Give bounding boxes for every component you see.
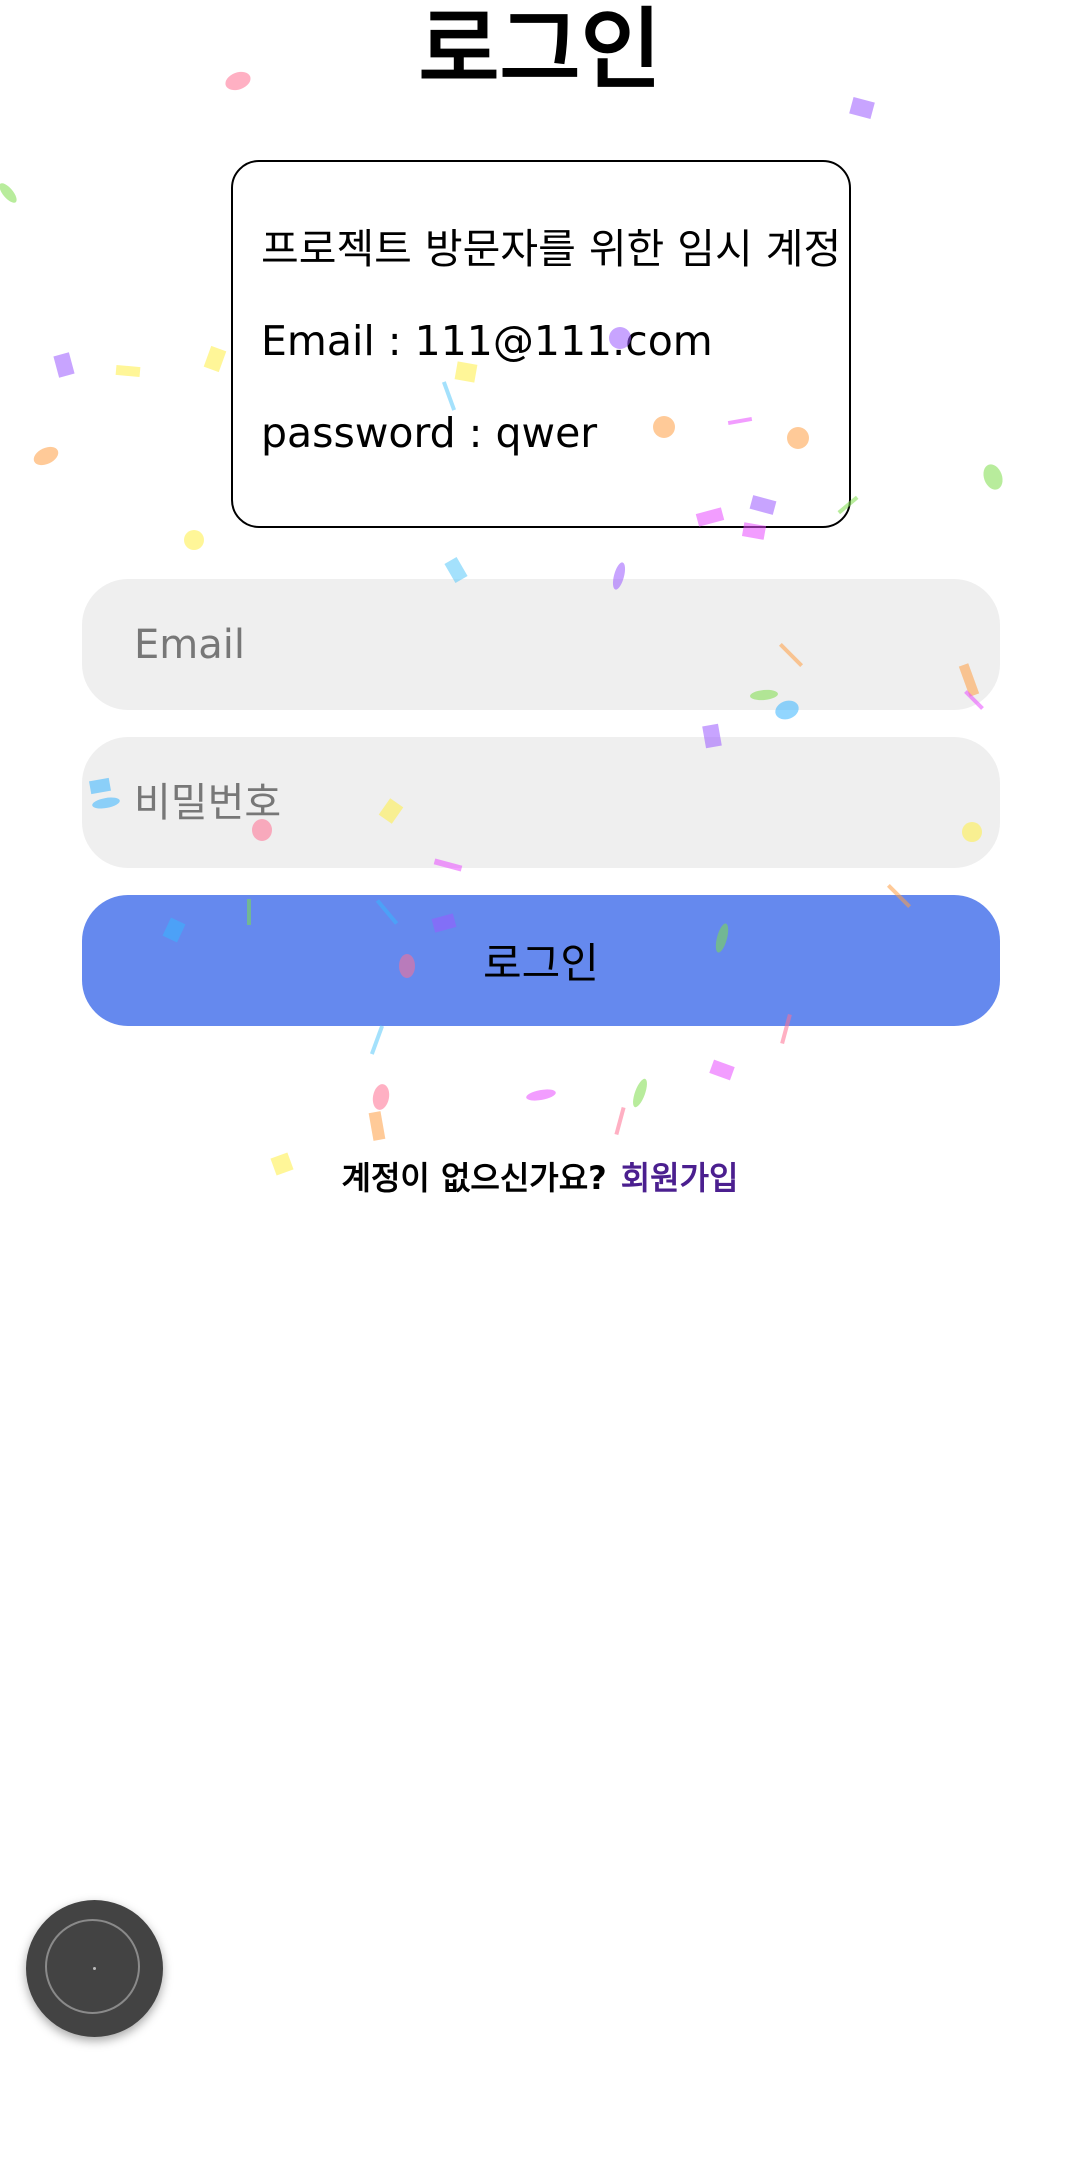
login-button[interactable]: 로그인 [82,895,1000,1026]
floating-assistive-button[interactable] [26,1900,163,2037]
email-field[interactable] [82,579,1000,710]
confetti-piece [33,446,59,466]
confetti-piece [0,183,17,203]
confetti-piece [849,96,875,120]
temp-account-info-box: 프로젝트 방문자를 위한 임시 계정 Email : 111@111.com p… [231,160,851,528]
temp-account-email: Email : 111@111.com [261,317,713,365]
temp-account-password: password : qwer [261,409,598,457]
confetti-piece [372,1084,390,1110]
confetti-piece [983,464,1003,490]
password-field[interactable] [82,737,1000,868]
signup-link[interactable]: 회원가입 [621,1159,739,1197]
confetti-piece [53,352,75,378]
signup-prompt: 계정이 없으신가요? 회원가입 [0,1155,1080,1201]
confetti-piece [184,530,204,550]
confetti-piece [709,1059,735,1081]
confetti-piece [115,364,141,378]
confetti-piece [526,1089,556,1101]
signup-question: 계정이 없으신가요? [341,1159,607,1197]
confetti-piece [614,1106,626,1136]
page-title: 로그인 [418,0,662,101]
assistive-touch-center-dot [93,1967,96,1970]
temp-account-heading: 프로젝트 방문자를 위한 임시 계정 [261,225,842,273]
confetti-piece [203,345,227,373]
confetti-piece [369,1025,385,1055]
login-screen: 로그인 프로젝트 방문자를 위한 임시 계정 Email : 111@111.c… [0,0,1080,2163]
confetti-piece [368,1111,386,1141]
confetti-piece [633,1078,647,1108]
